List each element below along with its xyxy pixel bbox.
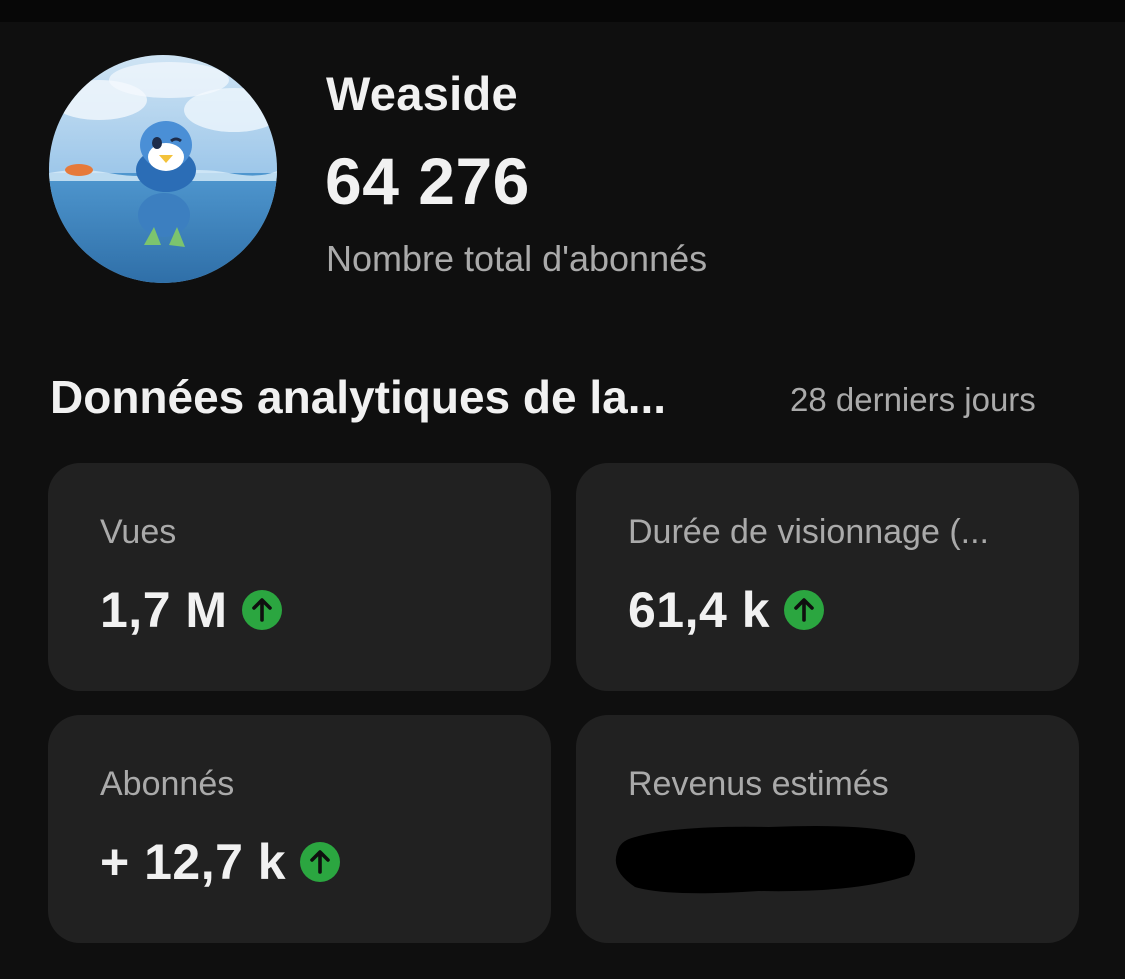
subscribers-label: Abonnés xyxy=(100,765,235,803)
estimated-revenue-label: Revenus estimés xyxy=(628,765,889,803)
watch-time-card[interactable]: Durée de visionnage (... 61,4 k xyxy=(576,463,1079,691)
analytics-section-title[interactable]: Données analytiques de la... xyxy=(50,370,666,424)
subscribers-value: + 12,7 k xyxy=(100,834,287,890)
channel-name: Weaside xyxy=(326,67,518,120)
views-value: 1,7 M xyxy=(100,582,228,638)
subscribers-card[interactable]: Abonnés + 12,7 k xyxy=(48,715,551,943)
watch-time-label: Durée de visionnage (... xyxy=(628,513,989,551)
total-subscribers-count: 64 276 xyxy=(325,144,530,218)
watch-time-value: 61,4 k xyxy=(628,582,771,638)
piplup-avatar-icon xyxy=(49,55,277,283)
channel-avatar[interactable] xyxy=(49,55,277,283)
views-label: Vues xyxy=(100,513,177,551)
arrow-up-icon xyxy=(300,842,341,882)
redaction-scribble xyxy=(615,826,916,894)
top-strip xyxy=(0,0,1125,22)
arrow-up-icon xyxy=(784,590,825,630)
views-card[interactable]: Vues 1,7 M xyxy=(48,463,551,691)
analytics-period: 28 derniers jours xyxy=(790,381,1036,418)
arrow-up-icon xyxy=(241,590,282,630)
total-subscribers-label: Nombre total d'abonnés xyxy=(326,238,708,279)
estimated-revenue-card[interactable]: Revenus estimés xyxy=(576,715,1079,943)
